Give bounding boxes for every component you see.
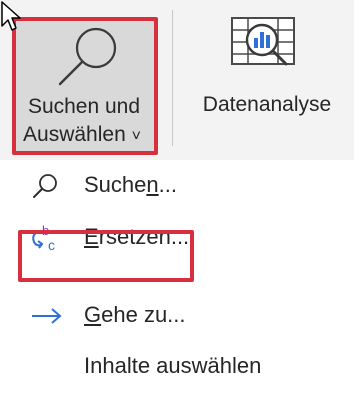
arrow-right-icon bbox=[32, 308, 62, 324]
label-text: Inhalte auswählen bbox=[84, 353, 262, 378]
menu-item-select-contents[interactable]: Inhalte auswählen bbox=[0, 344, 354, 396]
label-text: ... bbox=[158, 172, 177, 197]
highlight-box-replace bbox=[18, 230, 194, 282]
access-key: n bbox=[146, 172, 159, 197]
ribbon-group: Suchen und Auswählen ˅ Datenanalyse bbox=[0, 0, 354, 160]
highlight-box-search-button bbox=[12, 17, 158, 155]
search-icon bbox=[33, 174, 57, 198]
menu-item-search[interactable]: Suchen... bbox=[0, 160, 354, 212]
data-analysis-icon bbox=[231, 17, 295, 66]
menu-item-goto-label: Gehe zu... bbox=[84, 301, 186, 329]
menu-item-goto[interactable]: Gehe zu... bbox=[0, 290, 354, 342]
data-analysis-button[interactable]: Datenanalyse bbox=[180, 0, 354, 160]
mouse-pointer-icon bbox=[1, 1, 21, 31]
ribbon-divider bbox=[172, 10, 173, 146]
menu-item-select-contents-label: Inhalte auswählen bbox=[84, 352, 261, 380]
dropdown-menu: Suchen... b c Ersetzen... Gehe zu... Inh… bbox=[0, 160, 354, 378]
menu-item-search-label: Suchen... bbox=[84, 171, 177, 199]
data-analysis-label: Datenanalyse bbox=[202, 93, 332, 116]
label-text: ehe zu... bbox=[101, 302, 186, 327]
access-key: G bbox=[84, 302, 102, 327]
label-text: Suche bbox=[84, 172, 147, 197]
